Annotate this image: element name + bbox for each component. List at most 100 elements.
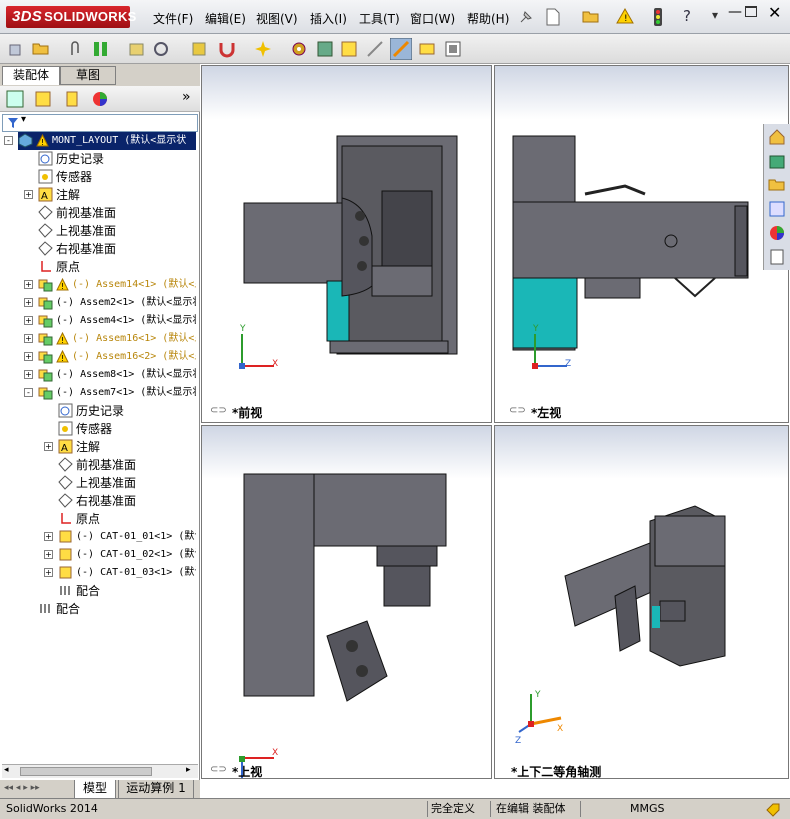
rebuild-warning-icon[interactable]: ! [616, 8, 634, 24]
interference-icon[interactable] [366, 40, 384, 58]
tab-motion-study[interactable]: 运动算例 1 [118, 780, 194, 799]
tree-node[interactable]: ! (-) Assem16<2> (默认<显 [38, 348, 196, 366]
tree-node[interactable]: A 注解 [58, 438, 196, 456]
tree-node[interactable]: (-) Assem7<1> (默认<显示状 [38, 384, 196, 402]
explode-view-icon[interactable] [316, 40, 334, 58]
appearances-icon[interactable] [768, 224, 786, 242]
link-views-icon[interactable]: ⊂⊃ [509, 405, 526, 416]
menu-help[interactable]: 帮助(H) [467, 10, 509, 27]
viewport-front[interactable]: Y X ⊂⊃ *前视 [201, 65, 492, 423]
tree-node[interactable]: A 注解 [38, 186, 196, 204]
rotate-component-icon[interactable] [152, 40, 170, 58]
tree-expander[interactable]: + [24, 316, 33, 325]
tab-nav-arrows-icon[interactable]: ◂◂ ◂ ▸ ▸▸ [4, 783, 40, 793]
tree-node[interactable]: 传感器 [58, 420, 196, 438]
tree-horizontal-scrollbar[interactable]: ◂ ▸ [2, 764, 198, 778]
menu-file[interactable]: 文件(F) [153, 10, 193, 27]
tree-node[interactable]: (-) CAT-01_01<1> (默认< [58, 528, 196, 546]
tree-expander[interactable]: + [24, 190, 33, 199]
viewport-iso[interactable]: Y X Z *上下二等角轴测 [494, 425, 789, 779]
help-dropdown-icon[interactable]: ▾ [712, 8, 718, 22]
tree-node[interactable]: (-) Assem8<1> (默认<显示状 [38, 366, 196, 384]
solidworks-logo[interactable]: 3DS SOLIDWORKS [6, 6, 136, 28]
tree-node[interactable]: 传感器 [38, 168, 196, 186]
tree-node[interactable]: 配合 [58, 582, 196, 600]
bom-icon[interactable] [340, 40, 358, 58]
smart-mates-icon[interactable] [92, 40, 110, 58]
tree-node[interactable]: 上视基准面 [38, 222, 196, 240]
home-icon[interactable] [768, 128, 786, 146]
tree-node[interactable]: 历史记录 [38, 150, 196, 168]
tree-expander[interactable]: - [4, 136, 13, 145]
tree-filter[interactable]: ▾ [2, 114, 198, 132]
new-part-icon[interactable] [8, 41, 24, 57]
tree-expander[interactable]: + [44, 442, 53, 451]
tree-expander[interactable]: + [44, 568, 53, 577]
link-views-icon[interactable]: ⊂⊃ [210, 405, 227, 416]
tab-sketch[interactable]: 草图 [60, 66, 116, 85]
new-document-icon[interactable] [545, 8, 561, 26]
configuration-manager-icon[interactable] [63, 90, 81, 108]
sparkle-icon[interactable] [254, 40, 272, 58]
magnet-icon[interactable] [218, 40, 236, 58]
tree-node[interactable]: 原点 [58, 510, 196, 528]
tag-icon[interactable] [765, 802, 781, 818]
tree-node[interactable]: ! (-) Assem14<1> (默认<显 [38, 276, 196, 294]
pin-icon[interactable] [518, 9, 534, 25]
scroll-right-icon[interactable]: ▸ [186, 765, 191, 775]
tree-expander[interactable]: - [24, 388, 33, 397]
viewport-top[interactable]: X ⊂⊃ *上视 [201, 425, 492, 779]
tree-node[interactable]: (-) CAT-01_02<1> (默认< [58, 546, 196, 564]
tree-expander[interactable]: + [44, 532, 53, 541]
gear-icon[interactable] [290, 40, 308, 58]
tree-expander[interactable]: + [44, 550, 53, 559]
design-library-icon[interactable] [768, 152, 786, 170]
status-units[interactable]: MMGS [630, 801, 665, 817]
component-icon[interactable] [128, 40, 146, 58]
tree-expander[interactable]: + [24, 370, 33, 379]
tree-expander[interactable]: + [24, 298, 33, 307]
tree-node[interactable]: (-) CAT-01_03<1> (默认< [58, 564, 196, 582]
menu-view[interactable]: 视图(V) [256, 10, 298, 27]
property-manager-icon[interactable] [34, 90, 52, 108]
measure-icon[interactable] [390, 38, 412, 60]
snapshot-icon[interactable] [444, 40, 462, 58]
minimize-icon[interactable]: — [728, 4, 742, 20]
scroll-thumb[interactable] [20, 767, 152, 776]
instant3d-icon[interactable] [418, 40, 436, 58]
close-icon[interactable]: ✕ [768, 3, 781, 22]
filter-dropdown-icon[interactable]: ▾ [21, 114, 26, 125]
move-component-icon[interactable] [190, 40, 208, 58]
display-manager-icon[interactable] [91, 90, 109, 108]
tree-node[interactable]: ! (-) Assem16<1> (默认<显 [38, 330, 196, 348]
tree-node[interactable]: 上视基准面 [58, 474, 196, 492]
menu-edit[interactable]: 编辑(E) [205, 10, 246, 27]
view-palette-icon[interactable] [768, 200, 786, 218]
tree-node[interactable]: 右视基准面 [58, 492, 196, 510]
tree-expander[interactable]: + [24, 334, 33, 343]
tree-node[interactable]: 配合 [38, 600, 196, 618]
help-icon[interactable]: ? [683, 7, 691, 25]
menu-insert[interactable]: 插入(I) [310, 10, 347, 27]
tree-node[interactable]: 前视基准面 [38, 204, 196, 222]
tree-node[interactable]: (-) Assem2<1> (默认<显示状 [38, 294, 196, 312]
tree-node[interactable]: 前视基准面 [58, 456, 196, 474]
traffic-light-icon[interactable] [652, 7, 664, 27]
tree-expander[interactable]: + [24, 280, 33, 289]
open-icon[interactable] [32, 40, 50, 56]
graphics-area[interactable]: ⊟ ⊞ — ❐ ✕ Y X ⊂⊃ *前视 [200, 64, 790, 798]
maximize-icon[interactable] [745, 6, 757, 17]
tree-node[interactable]: 右视基准面 [38, 240, 196, 258]
tab-model[interactable]: 模型 [74, 780, 116, 799]
open-folder-icon[interactable] [582, 8, 600, 24]
link-views-icon[interactable]: ⊂⊃ [210, 764, 227, 775]
expand-panes-icon[interactable]: » [182, 89, 191, 105]
tree-root[interactable]: ! MONT_LAYOUT (默认<显示状 [18, 132, 196, 150]
paperclip-icon[interactable] [68, 40, 82, 58]
custom-properties-icon[interactable] [768, 248, 786, 266]
scroll-left-icon[interactable]: ◂ [4, 765, 9, 775]
tree-node[interactable]: 历史记录 [58, 402, 196, 420]
menu-window[interactable]: 窗口(W) [410, 10, 455, 27]
tree-node[interactable]: 原点 [38, 258, 196, 276]
viewport-left[interactable]: Y Z ⊂⊃ *左视 [494, 65, 789, 423]
